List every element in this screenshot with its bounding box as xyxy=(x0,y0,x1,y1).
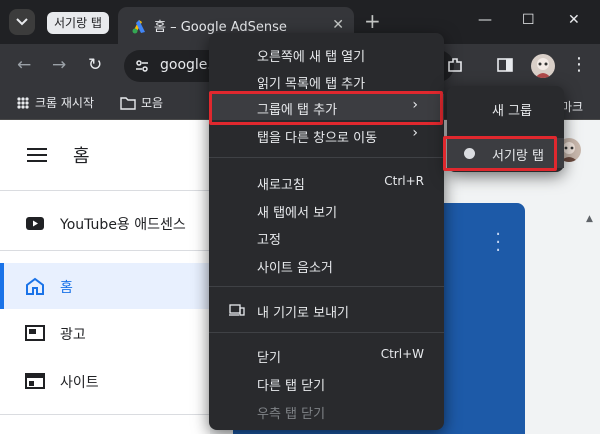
sidebar-item-label: YouTube용 애드센스 xyxy=(60,217,186,233)
sidebar-item-youtube[interactable]: YouTube용 애드센스 xyxy=(0,200,210,246)
menu-item-close[interactable]: 닫기 Ctrl+W xyxy=(209,342,444,368)
menu-item-label: 닫기 xyxy=(257,351,281,366)
menu-item-pin[interactable]: 고정 xyxy=(209,224,444,250)
sidebar-divider xyxy=(0,190,210,191)
menu-item-send-to-device[interactable]: 내 기기로 보내기 xyxy=(209,297,444,323)
menu-item-shortcut: Ctrl+W xyxy=(380,347,424,361)
grid-icon xyxy=(17,96,29,109)
sidebar-divider xyxy=(0,250,210,251)
menu-item-open-in-new-tab[interactable]: 새 탭에서 보기 xyxy=(209,197,444,223)
reload-icon[interactable]: ↻ xyxy=(88,55,102,75)
menu-item-label: 오른쪽에 새 탭 열기 xyxy=(257,50,366,65)
menu-item-label: 탭을 다른 창으로 이동 xyxy=(257,131,378,146)
back-arrow-icon[interactable]: ← xyxy=(17,55,31,75)
menu-item-label: 다른 탭 닫기 xyxy=(257,379,326,394)
menu-separator xyxy=(209,332,444,333)
menu-item-shortcut: Ctrl+R xyxy=(384,174,424,188)
new-tab-button[interactable]: + xyxy=(364,11,381,31)
tab-close-icon[interactable]: ✕ xyxy=(332,17,344,33)
menu-item-label: 내 기기로 보내기 xyxy=(257,306,349,321)
menu-item-label: 읽기 목록에 탭 추가 xyxy=(257,77,366,92)
sidebar-divider xyxy=(0,414,210,415)
adsense-logo-icon xyxy=(132,20,145,34)
submenu-item-new-group[interactable]: 새 그룹 xyxy=(447,93,564,123)
bookmark-folder[interactable]: 모음 xyxy=(120,94,163,111)
sidebar-item-ads[interactable]: 광고 xyxy=(0,310,210,356)
menu-item-mute-site[interactable]: 사이트 음소거 xyxy=(209,252,444,278)
menu-item-label: 고정 xyxy=(257,233,281,248)
sidebar-item-sites[interactable]: 사이트 xyxy=(0,358,210,404)
menu-item-move-to-window[interactable]: 탭을 다른 창으로 이동 › xyxy=(209,122,444,148)
scroll-up-arrow-icon[interactable]: ▲ xyxy=(586,214,593,224)
bookmark-label: 크롬 재시작 xyxy=(35,96,95,110)
maximize-button[interactable]: ☐ xyxy=(522,12,535,28)
menu-item-new-tab-right[interactable]: 오른쪽에 새 탭 열기 xyxy=(209,41,444,67)
folder-icon xyxy=(120,96,136,110)
forward-arrow-icon[interactable]: → xyxy=(52,55,66,75)
sites-icon xyxy=(25,373,45,389)
menu-item-label: 우측 탭 닫기 xyxy=(257,407,326,422)
scrollbar[interactable] xyxy=(584,203,598,434)
page-title: 홈 xyxy=(73,146,90,167)
highlight-box xyxy=(443,136,557,171)
menu-separator xyxy=(209,157,444,158)
sidebar: 홈 YouTube용 애드센스 홈 광고 사이트 xyxy=(0,120,210,434)
chevron-right-icon: › xyxy=(412,125,418,141)
bookmark-overflow-label[interactable]: 마크 xyxy=(561,98,583,115)
menu-item-label: 새 탭에서 보기 xyxy=(257,206,338,221)
menu-separator xyxy=(209,286,444,287)
tab-group-chip[interactable]: 서기랑 탭 xyxy=(47,12,109,34)
site-info-icon[interactable] xyxy=(134,58,150,74)
side-panel-icon[interactable] xyxy=(496,56,514,74)
bookmark-label: 모음 xyxy=(141,96,164,110)
sidebar-item-home[interactable]: 홈 xyxy=(0,263,210,309)
menu-item-close-other-tabs[interactable]: 다른 탭 닫기 xyxy=(209,370,444,396)
highlight-box xyxy=(209,91,443,125)
menu-item-label: 새로고침 xyxy=(257,178,305,193)
menu-item-label: 사이트 음소거 xyxy=(257,261,333,276)
bookmark-item[interactable]: 크롬 재시작 xyxy=(16,94,94,111)
sidebar-item-label: 홈 xyxy=(60,280,73,296)
address-text: google. xyxy=(160,57,212,73)
sidebar-item-label: 광고 xyxy=(60,327,86,343)
tab-search-button[interactable] xyxy=(9,9,35,35)
browser-menu-icon[interactable]: ⋮ xyxy=(570,54,588,75)
menu-item-reload[interactable]: 새로고침 Ctrl+R xyxy=(209,169,444,195)
hamburger-menu-icon[interactable] xyxy=(27,148,47,162)
chevron-down-icon xyxy=(16,18,28,26)
youtube-icon xyxy=(26,217,44,230)
ads-icon xyxy=(25,325,45,341)
device-icon xyxy=(229,304,245,316)
close-window-button[interactable]: ✕ xyxy=(568,12,580,28)
minimize-button[interactable]: — xyxy=(478,12,492,28)
sidebar-item-label: 사이트 xyxy=(60,375,99,391)
menu-item-close-tabs-right: 우측 탭 닫기 xyxy=(209,398,444,424)
home-icon xyxy=(26,277,44,295)
card-more-icon[interactable]: · · · xyxy=(495,226,501,260)
extensions-icon[interactable] xyxy=(446,56,464,74)
profile-avatar[interactable] xyxy=(531,54,555,78)
submenu-item-label: 새 그룹 xyxy=(492,104,533,119)
